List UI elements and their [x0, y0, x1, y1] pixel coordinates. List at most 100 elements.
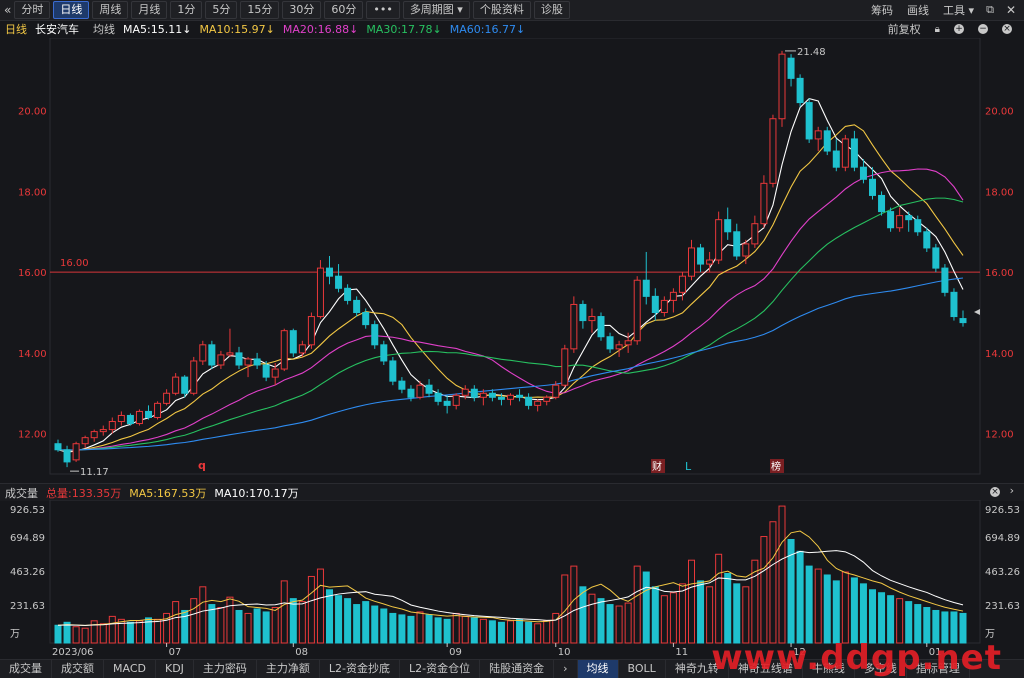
candle: [597, 312, 605, 341]
volume-bar: [597, 598, 605, 644]
double-chevron-left-icon[interactable]: «: [4, 3, 11, 17]
candle: [371, 320, 379, 349]
candlestick-chart[interactable]: 20.00 20.00 18.00 18.00 16.00 16.00 14.00 14.00…: [0, 38, 1024, 483]
period-button-12[interactable]: 诊股: [533, 1, 570, 19]
candle-body: [371, 324, 379, 346]
period-button-1[interactable]: 日线: [53, 1, 90, 19]
candle-body: [660, 299, 668, 314]
period-button-11[interactable]: 个股资料: [472, 1, 531, 19]
restore-label[interactable]: 前复权: [888, 21, 921, 37]
price-tick-right: 20.00: [985, 107, 1014, 118]
candle: [688, 239, 695, 281]
indicator-tab-2[interactable]: MACD: [104, 660, 156, 678]
tools-button[interactable]: 工具 ▾: [943, 2, 974, 18]
period-button-3[interactable]: 月线: [131, 1, 168, 19]
chips-button[interactable]: 筹码: [871, 2, 893, 18]
chevron-right-icon[interactable]: ›: [554, 660, 578, 678]
indicator-tab-10[interactable]: BOLL: [619, 660, 666, 678]
indicator-tab-9[interactable]: 均线: [577, 660, 619, 678]
candle-body: [326, 267, 333, 277]
chevron-down-icon: ▾: [453, 3, 463, 16]
candle-body: [633, 279, 641, 342]
draw-line-button[interactable]: 画线: [907, 2, 929, 18]
period-button-5[interactable]: 5分: [205, 1, 238, 19]
period-button-7[interactable]: 30分: [282, 1, 322, 19]
close-icon[interactable]: ×: [1002, 24, 1012, 34]
candle-body: [823, 130, 831, 152]
marker-q[interactable]: q: [198, 459, 206, 472]
period-button-0[interactable]: 分时: [14, 1, 51, 19]
zoom-in-icon[interactable]: +: [954, 24, 964, 34]
volume-chart[interactable]: 926.53 926.53 694.89 694.89 463.26 463.26 231.…: [0, 500, 1024, 659]
candle: [878, 191, 886, 216]
volume-bar: [570, 565, 578, 644]
period-button-10[interactable]: 多周期图 ▾: [402, 1, 470, 19]
month-label: 10: [558, 647, 571, 658]
period-button-6[interactable]: 15分: [240, 1, 280, 19]
chart-frame: [49, 38, 981, 475]
indicator-tab-7[interactable]: L2-资金仓位: [400, 660, 481, 678]
candle: [850, 130, 858, 172]
candle: [353, 296, 361, 317]
candle: [154, 401, 162, 420]
candle-body: [407, 388, 415, 398]
indicator-tab-4[interactable]: 主力密码: [194, 660, 257, 678]
marker-bang[interactable]: 榜: [771, 460, 781, 473]
candle-body: [832, 150, 840, 168]
volume-bar: [371, 605, 379, 644]
stock-name[interactable]: 长安汽车: [35, 21, 79, 37]
marker-L[interactable]: L: [685, 460, 692, 473]
period-button-4[interactable]: 1分: [170, 1, 203, 19]
volume-bar: [769, 521, 777, 644]
candle: [117, 411, 125, 426]
candle: [760, 175, 768, 228]
candle-body: [72, 443, 80, 461]
volume-bar: [642, 571, 650, 644]
volume-bar: [316, 568, 324, 644]
ma-value-3: MA30:17.78↓: [366, 22, 442, 36]
candle-body: [235, 352, 243, 366]
volume-bar: [99, 623, 107, 644]
candle-body: [887, 211, 895, 229]
candle-body: [814, 130, 822, 140]
volume-tick-right: 694.89: [985, 533, 1020, 544]
lock-icon[interactable]: 🔒︎: [935, 24, 940, 35]
candle: [253, 352, 261, 370]
candle-body: [461, 388, 469, 396]
marker-cai[interactable]: 财: [652, 460, 662, 473]
candle-body: [488, 392, 496, 398]
candle: [914, 215, 922, 236]
zoom-out-icon[interactable]: −: [978, 24, 988, 34]
candle-body: [99, 429, 107, 433]
indicator-tab-3[interactable]: KDJ: [156, 660, 194, 678]
candle-body: [543, 396, 551, 402]
volume-bar: [199, 586, 207, 644]
candle: [769, 114, 777, 188]
candle-body: [389, 360, 397, 382]
volume-label[interactable]: 成交量: [5, 485, 38, 501]
volume-bar: [253, 608, 261, 644]
candle-body: [108, 421, 116, 431]
volume-bar: [905, 601, 913, 644]
close-icon[interactable]: ✕: [1006, 3, 1016, 17]
ma-label[interactable]: 均线: [93, 21, 115, 37]
volume-bar: [796, 550, 804, 644]
candle: [163, 389, 171, 406]
expand-icon[interactable]: ›: [1010, 484, 1014, 497]
period-buttons: 分时 日线 周线 月线 1分 5分 15分 30分 60分 ••• 多周期图 ▾ 个股资料 诊股: [11, 1, 570, 19]
period-button-8[interactable]: 60分: [324, 1, 364, 19]
indicator-tab-5[interactable]: 主力净额: [257, 660, 320, 678]
restore-icon[interactable]: ⧉: [986, 3, 994, 17]
ma20-line: [57, 168, 964, 451]
period-button-2[interactable]: 周线: [92, 1, 129, 19]
period-button-9[interactable]: •••: [366, 1, 400, 19]
candle: [932, 243, 940, 273]
indicator-tab-8[interactable]: 陆股通资金: [480, 660, 555, 678]
indicator-tab-6[interactable]: L2-资金抄底: [320, 660, 401, 678]
indicator-tab-0[interactable]: 成交量: [0, 660, 52, 678]
close-icon[interactable]: ×: [990, 487, 1000, 497]
watermark: www.ddgp.net: [711, 638, 1002, 678]
candle: [99, 425, 107, 436]
indicator-tab-1[interactable]: 成交额: [52, 660, 104, 678]
candle: [190, 356, 198, 396]
